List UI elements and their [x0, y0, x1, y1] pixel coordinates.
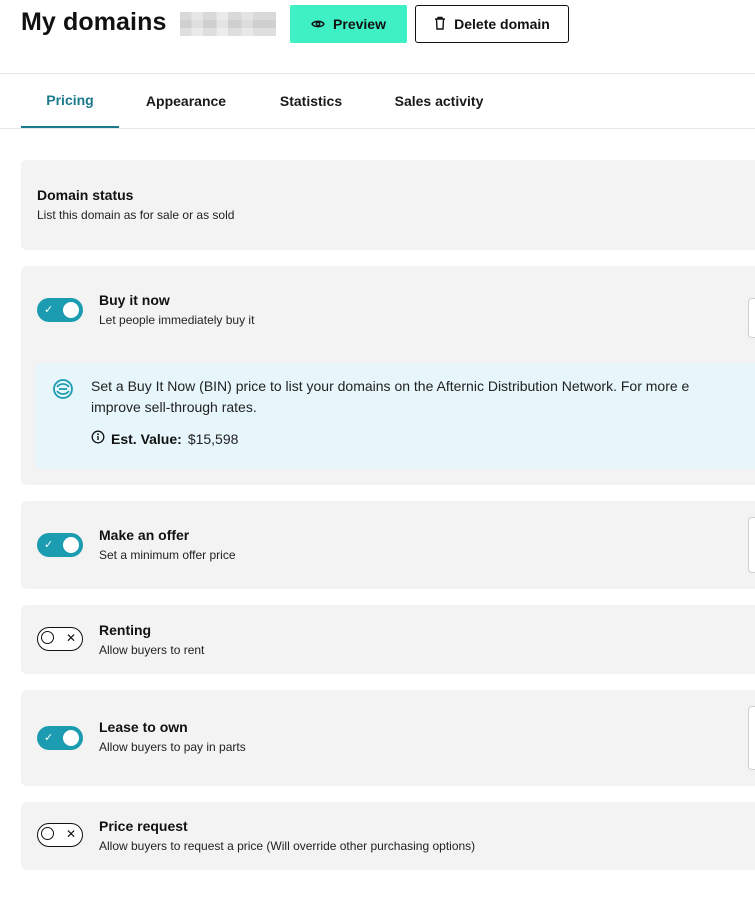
preview-button[interactable]: Preview [290, 5, 407, 43]
close-icon: ✕ [65, 827, 76, 841]
renting-subtitle: Allow buyers to rent [99, 643, 205, 657]
renting-title: Renting [99, 622, 152, 638]
buy-it-now-price-input[interactable] [748, 298, 755, 338]
tab-appearance[interactable]: Appearance [128, 74, 244, 128]
bin-info-line-1: Set a Buy It Now (BIN) price to list you… [91, 378, 690, 394]
estimated-value: Est. Value: $15,598 [91, 430, 238, 447]
delete-button-label: Delete domain [454, 16, 550, 32]
make-offer-title: Make an offer [99, 527, 190, 543]
bin-info-text: Set a Buy It Now (BIN) price to list you… [91, 376, 755, 418]
check-icon: ✓ [44, 304, 54, 316]
delete-domain-button[interactable]: Delete domain [415, 5, 569, 43]
domain-status-card: Domain status List this domain as for sa… [21, 160, 755, 250]
make-offer-subtitle: Set a minimum offer price [99, 548, 236, 562]
eye-icon [311, 16, 325, 32]
toggle-knob [63, 302, 79, 318]
bin-info-line-2: improve sell-through rates. [91, 399, 257, 415]
renting-card: ✕ Renting Allow buyers to rent [21, 605, 755, 674]
est-value-label: Est. Value: [111, 430, 182, 447]
afternic-logo-icon [52, 378, 74, 405]
lease-to-own-toggle[interactable]: ✓ [37, 726, 83, 750]
lease-price-input[interactable] [748, 706, 755, 770]
page-header: My domains Preview Delete domain [0, 0, 755, 74]
buy-it-now-toggle[interactable]: ✓ [37, 298, 83, 322]
toggle-knob [41, 631, 54, 644]
bin-info-banner: Set a Buy It Now (BIN) price to list you… [36, 363, 755, 469]
check-icon: ✓ [44, 539, 54, 551]
close-icon: ✕ [65, 631, 76, 645]
toggle-knob [63, 730, 79, 746]
toggle-knob [41, 827, 54, 840]
price-request-subtitle: Allow buyers to request a price (Will ov… [99, 839, 476, 853]
buy-it-now-title: Buy it now [99, 292, 170, 308]
page-title: My domains [21, 8, 167, 36]
domain-status-title: Domain status [37, 187, 134, 203]
toggle-knob [63, 537, 79, 553]
redacted-domain-name [180, 12, 276, 36]
price-request-toggle[interactable]: ✕ [37, 823, 83, 847]
check-icon: ✓ [44, 732, 54, 744]
min-offer-price-input[interactable] [748, 517, 755, 573]
lease-to-own-subtitle: Allow buyers to pay in parts [99, 740, 246, 754]
est-value-amount: $15,598 [187, 430, 239, 447]
renting-toggle[interactable]: ✕ [37, 627, 83, 651]
info-icon [91, 430, 105, 447]
domain-status-subtitle: List this domain as for sale or as sold [37, 208, 235, 222]
lease-to-own-card: ✓ Lease to own Allow buyers to pay in pa… [21, 690, 755, 786]
tab-statistics[interactable]: Statistics [266, 74, 356, 128]
tab-pricing[interactable]: Pricing [21, 74, 119, 128]
price-request-card: ✕ Price request Allow buyers to request … [21, 802, 755, 870]
buy-it-now-subtitle: Let people immediately buy it [99, 313, 255, 327]
preview-button-label: Preview [333, 16, 386, 32]
tab-bar: Pricing Appearance Statistics Sales acti… [0, 74, 755, 129]
make-offer-toggle[interactable]: ✓ [37, 533, 83, 557]
lease-to-own-title: Lease to own [99, 719, 188, 735]
make-offer-card: ✓ Make an offer Set a minimum offer pric… [21, 501, 755, 589]
tab-sales-activity[interactable]: Sales activity [380, 74, 498, 128]
price-request-title: Price request [99, 818, 188, 834]
trash-icon [434, 16, 446, 33]
